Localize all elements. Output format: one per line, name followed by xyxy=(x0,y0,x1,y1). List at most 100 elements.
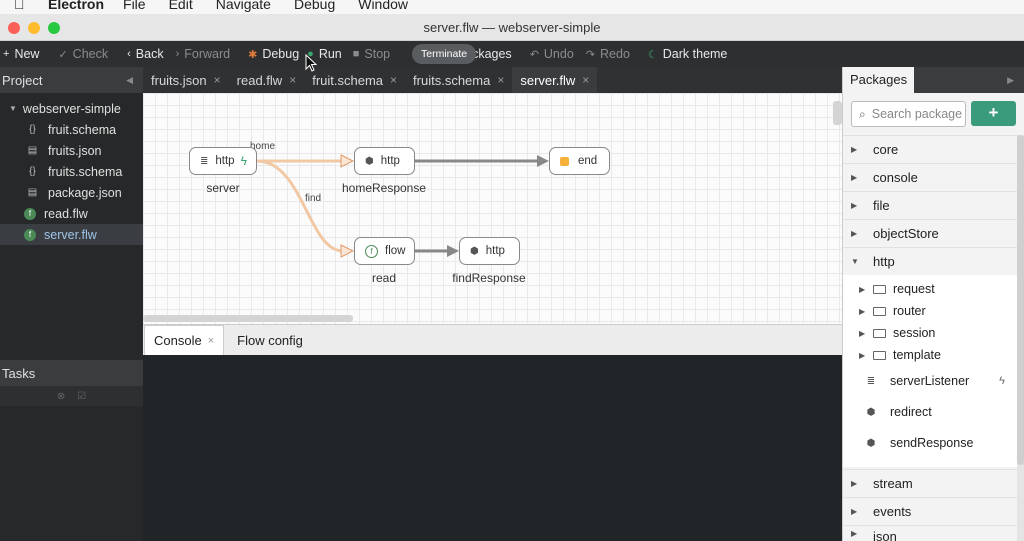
flow-icon: f xyxy=(24,207,36,220)
close-tab-icon[interactable]: × xyxy=(214,73,221,87)
package-label: core xyxy=(873,142,899,157)
folder-router[interactable]: ▶ router xyxy=(843,300,926,322)
apple-icon[interactable]:  xyxy=(14,0,30,11)
caret-right-icon: ▶ xyxy=(859,306,866,316)
node-type: http xyxy=(485,245,505,257)
tasks-header[interactable]: Tasks xyxy=(0,360,143,386)
cube-icon: ⬢ xyxy=(866,437,876,449)
search-input[interactable] xyxy=(871,107,962,121)
undo-button[interactable]: ↶ Undo xyxy=(530,41,574,67)
close-tab-icon[interactable]: × xyxy=(390,73,397,87)
redo-icon: ↷ xyxy=(585,48,596,61)
packages-scrollbar-thumb[interactable] xyxy=(1017,135,1024,465)
tab-read-flw[interactable]: read.flw × xyxy=(229,67,305,93)
tab-server-flw[interactable]: server.flw × xyxy=(512,67,598,93)
edge-find[interactable] xyxy=(256,159,344,253)
node-type: http xyxy=(215,155,235,167)
package-label: http xyxy=(873,254,895,269)
redo-label: Redo xyxy=(600,47,630,61)
tree-root[interactable]: ▼ webserver-simple xyxy=(0,98,143,119)
dark-theme-button[interactable]: ☾ Dark theme xyxy=(648,41,727,67)
flow-edges xyxy=(256,154,549,258)
forward-button[interactable]: › Forward xyxy=(176,41,231,67)
caret-right-icon: ▶ xyxy=(851,507,858,516)
tasks-toolbar: ⊗ ☑ xyxy=(0,386,143,406)
stop-button[interactable]: ■ Stop xyxy=(353,41,390,67)
node-read[interactable]: f flow xyxy=(354,237,415,265)
check-button[interactable]: ✓ Check xyxy=(58,41,108,67)
caret-right-icon: ▶ xyxy=(851,529,858,538)
caret-down-icon: ▼ xyxy=(9,104,17,113)
package-console[interactable]: ▶ console xyxy=(843,163,1017,191)
package-stream[interactable]: ▶ stream xyxy=(843,469,1017,497)
collapse-left-icon[interactable]: ◀ xyxy=(126,75,133,86)
menu-navigate[interactable]: Navigate xyxy=(216,0,271,12)
node-redirect[interactable]: ⬢ redirect xyxy=(843,401,1017,423)
packages-header: Packages ▶ xyxy=(843,67,1024,93)
package-objectstore[interactable]: ▶ objectStore xyxy=(843,219,1017,247)
add-package-button[interactable]: + xyxy=(971,101,1016,126)
tree-item-package-json[interactable]: ▤ package.json xyxy=(0,182,143,203)
node-server[interactable]: ≣ http ϟ xyxy=(189,147,257,175)
bolt-icon: ϟ xyxy=(999,375,1005,387)
close-tab-icon[interactable]: × xyxy=(582,73,589,87)
node-label-findresponse: findResponse xyxy=(452,271,526,285)
project-header[interactable]: Project ◀ xyxy=(0,67,143,93)
forward-label: Forward xyxy=(184,47,231,61)
server-listener-icon: ≣ xyxy=(200,155,209,167)
menu-debug[interactable]: Debug xyxy=(294,0,335,12)
cube-icon: ⬢ xyxy=(470,245,479,257)
node-homeresponse[interactable]: ⬢ http xyxy=(354,147,415,175)
cancel-task-icon[interactable]: ⊗ xyxy=(57,391,65,402)
package-core[interactable]: ▶ core xyxy=(843,135,1017,163)
package-http[interactable]: ▼ http xyxy=(843,247,1017,275)
tasks-title: Tasks xyxy=(2,365,36,381)
app-menu[interactable]: Electron xyxy=(48,0,104,12)
tree-item-fruits-schema[interactable]: {} fruits.schema xyxy=(0,161,143,182)
new-button[interactable]: + New xyxy=(3,41,39,67)
caret-right-icon: ▶ xyxy=(851,229,858,238)
menu-window[interactable]: Window xyxy=(358,0,408,12)
tree-item-fruit-schema[interactable]: {} fruit.schema xyxy=(0,119,143,140)
caret-right-icon: ▶ xyxy=(851,479,858,488)
folder-icon xyxy=(873,284,886,294)
node-serverlistener[interactable]: ≣ serverListener ϟ xyxy=(843,370,1017,392)
folder-session[interactable]: ▶ session xyxy=(843,322,935,344)
tree-item-fruits-json[interactable]: ▤ fruits.json xyxy=(0,140,143,161)
tree-item-label: read.flw xyxy=(44,206,88,221)
tree-item-server-flw[interactable]: f server.flw xyxy=(0,224,143,245)
vertical-scrollbar[interactable] xyxy=(833,101,842,125)
close-tab-icon[interactable]: × xyxy=(497,73,504,87)
tab-fruit-schema[interactable]: fruit.schema × xyxy=(304,67,405,93)
tab-flow-config[interactable]: Flow config xyxy=(228,325,312,355)
tab-console[interactable]: Console × xyxy=(144,325,225,355)
menu-file[interactable]: File xyxy=(123,0,146,12)
node-end[interactable]: end xyxy=(549,147,610,175)
collapse-right-icon[interactable]: ▶ xyxy=(1007,75,1014,86)
packages-panel: Packages ▶ ⌕ + ▶ core ▶ console ▶ file ▶… xyxy=(842,67,1024,541)
package-json[interactable]: ▶ json xyxy=(843,525,1017,541)
tab-fruits-json[interactable]: fruits.json × xyxy=(143,67,229,93)
package-label: objectStore xyxy=(873,226,939,241)
menu-edit[interactable]: Edit xyxy=(169,0,193,12)
console-output[interactable] xyxy=(143,355,842,541)
tree-item-read-flw[interactable]: f read.flw xyxy=(0,203,143,224)
node-findresponse[interactable]: ⬢ http xyxy=(459,237,520,265)
tab-fruits-schema[interactable]: fruits.schema × xyxy=(405,67,512,93)
check-task-icon[interactable]: ☑ xyxy=(77,391,86,402)
flow-canvas[interactable]: home find ≣ http ϟ server ⬢ http homeRes… xyxy=(143,93,842,324)
folder-request[interactable]: ▶ request xyxy=(843,278,935,300)
package-file[interactable]: ▶ file xyxy=(843,191,1017,219)
redo-button[interactable]: ↷ Redo xyxy=(586,41,630,67)
caret-down-icon: ▼ xyxy=(851,257,859,266)
edge-arrow xyxy=(537,155,549,167)
node-sendresponse[interactable]: ⬢ sendResponse xyxy=(843,432,1017,454)
close-tab-icon[interactable]: × xyxy=(289,73,296,87)
back-button[interactable]: ‹ Back xyxy=(127,41,163,67)
debug-button[interactable]: ✱ Debug xyxy=(248,41,299,67)
package-search[interactable]: ⌕ xyxy=(851,101,966,127)
package-events[interactable]: ▶ events xyxy=(843,497,1017,525)
horizontal-scrollbar[interactable] xyxy=(143,315,353,322)
folder-template[interactable]: ▶ template xyxy=(843,344,941,366)
close-tab-icon[interactable]: × xyxy=(208,335,214,347)
